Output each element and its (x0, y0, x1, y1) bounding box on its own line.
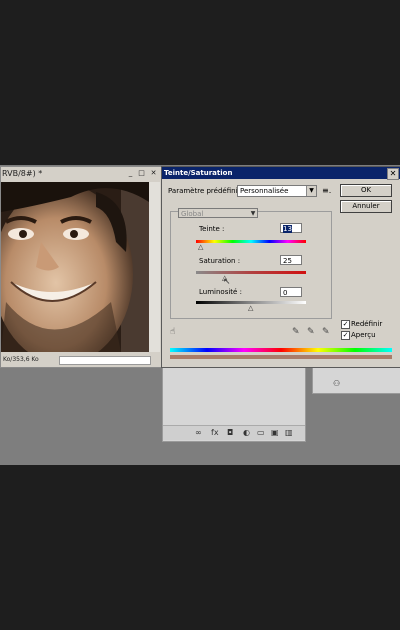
document-window: RVB/8#) * _ □ ✕ Ko/353,6 Ko (0, 166, 162, 368)
chevron-down-icon: ▼ (250, 210, 256, 217)
saturation-slider-track[interactable] (196, 271, 306, 274)
ok-button[interactable]: OK (340, 184, 392, 197)
input-color-bar (170, 348, 392, 352)
group-icon[interactable]: ▭ (257, 428, 265, 437)
panel-icon[interactable]: ⚇ (333, 379, 340, 388)
hue-saturation-dialog: Teinte/Saturation ✕ Paramètre prédéfini … (161, 166, 400, 368)
saturation-value: 25 (283, 257, 292, 265)
document-size-info: Ko/353,6 Ko (3, 356, 39, 363)
layers-panel: ∞ fx ◘ ◐ ▭ ▣ ▥ (162, 362, 306, 442)
hand-adjust-icon[interactable]: ☝ (170, 327, 175, 337)
maximize-icon[interactable]: □ (137, 169, 146, 178)
cancel-button[interactable]: Annuler (340, 200, 392, 213)
preset-value: Personnalisée (240, 187, 289, 195)
document-status-bar: Ko/353,6 Ko (1, 354, 161, 366)
horizontal-scrollbar[interactable] (59, 356, 151, 365)
hue-input[interactable]: 13 (280, 223, 302, 233)
new-layer-icon[interactable]: ▣ (271, 428, 279, 437)
preset-options-icon[interactable]: ≡. (322, 186, 331, 195)
colorize-checkbox[interactable]: ✓ (341, 320, 350, 329)
hue-slider-thumb[interactable]: △ (198, 244, 203, 251)
lightness-label: Luminosité : (199, 288, 242, 296)
preset-label: Paramètre prédéfini : (168, 187, 243, 195)
close-icon[interactable]: ✕ (387, 168, 399, 180)
vertical-scrollbar[interactable] (149, 182, 160, 352)
link-icon[interactable]: ∞ (195, 428, 202, 437)
preview-checkbox[interactable]: ✓ (341, 331, 350, 340)
document-title-bar[interactable]: RVB/8#) * _ □ ✕ (1, 167, 162, 181)
chevron-down-icon: ▼ (306, 186, 316, 196)
close-icon[interactable]: ✕ (149, 169, 158, 178)
fx-icon[interactable]: fx (211, 428, 219, 437)
colorize-label: Redéfinir (351, 320, 383, 328)
mask-icon[interactable]: ◘ (227, 428, 233, 437)
lightness-slider-thumb[interactable]: △ (248, 305, 253, 312)
cursor-icon: ↖ (223, 277, 231, 287)
hue-value: 13 (283, 225, 292, 233)
dialog-title-bar[interactable]: Teinte/Saturation ✕ (162, 167, 400, 180)
preview-label: Aperçu (351, 331, 376, 339)
channel-value: Global (181, 210, 204, 218)
document-title: RVB/8#) * (2, 169, 43, 178)
eyedropper-minus-icon[interactable]: ✎ (322, 327, 330, 337)
output-color-bar (170, 355, 392, 359)
eyedropper-plus-icon[interactable]: ✎ (307, 327, 315, 337)
minimize-icon[interactable]: _ (126, 169, 135, 178)
lightness-input[interactable]: 0 (280, 287, 302, 297)
saturation-label: Saturation : (199, 257, 241, 265)
saturation-input[interactable]: 25 (280, 255, 302, 265)
adjustment-icon[interactable]: ◐ (243, 428, 250, 437)
trash-icon[interactable]: ▥ (285, 428, 293, 437)
layers-panel-toolbar: ∞ fx ◘ ◐ ▭ ▣ ▥ (163, 425, 305, 440)
channel-select[interactable]: Global ▼ (178, 208, 258, 218)
photo-canvas[interactable] (1, 182, 149, 352)
hue-slider-track[interactable] (196, 240, 306, 243)
adjustment-group: Global ▼ Teinte : 13 △ Saturation : 25 △… (170, 208, 332, 319)
dialog-title: Teinte/Saturation (164, 169, 233, 177)
lightness-value: 0 (283, 289, 288, 297)
eyedropper-icon[interactable]: ✎ (292, 327, 300, 337)
preset-select[interactable]: Personnalisée ▼ (237, 185, 317, 197)
hue-label: Teinte : (199, 225, 225, 233)
